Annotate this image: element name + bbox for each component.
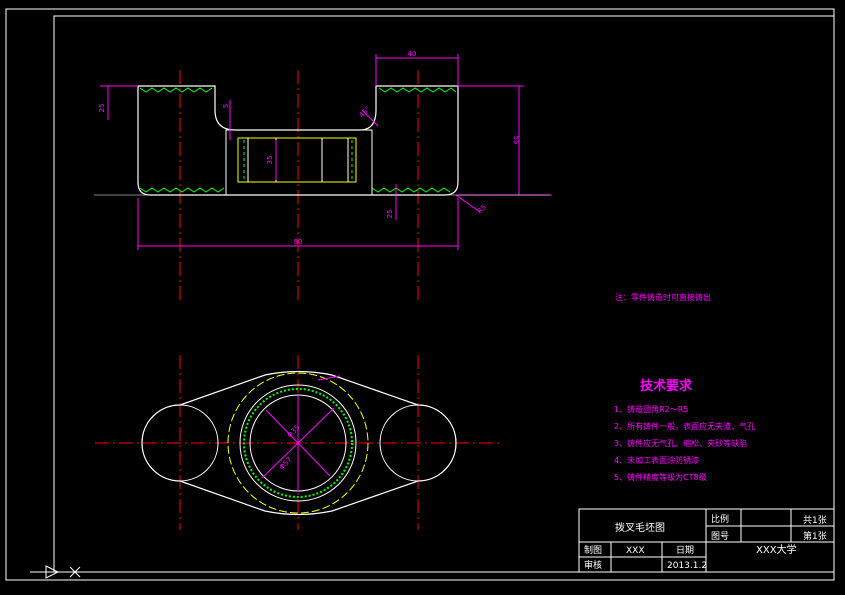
- dim-slope-angle: 45°: [358, 105, 372, 119]
- drawer-name: XXX: [626, 546, 645, 556]
- dim-dia-2: Φ57: [278, 456, 294, 472]
- cad-drawing-canvas[interactable]: 40 90 55 25 5 35 25 45° R5 Φ35 Φ57 注：零件铸…: [0, 0, 845, 595]
- school-name: XXX大学: [756, 543, 797, 556]
- dim-left-thickness: 25: [98, 104, 106, 113]
- dim-bottom-thickness: 25: [386, 210, 394, 219]
- casting-note: 注：零件铸造时可直接铸出: [615, 292, 711, 302]
- tech-req-item: 2、所有铸件一般，表面应无夹渣、气孔: [614, 421, 755, 431]
- reviewer-label: 审核: [584, 559, 602, 571]
- dim-height: 55: [512, 136, 520, 145]
- front-view: 40 90 55 25 5 35 25 45° R5: [94, 50, 552, 300]
- drawing-name: 拨叉毛坯图: [615, 521, 665, 534]
- dim-corner-radius: R5: [476, 203, 488, 215]
- dim-step: 5: [222, 104, 230, 108]
- date-label: 日期: [676, 545, 694, 556]
- sheet-label: 第1张: [803, 530, 827, 542]
- tech-req-item: 5、铸件精度等级为CT8级: [614, 472, 707, 482]
- dim-dia-1: Φ35: [286, 424, 302, 440]
- drawing-no-label: 图号: [711, 531, 729, 542]
- tech-req-item: 3、铸件应无气孔、缩松、夹砂等缺陷: [614, 438, 747, 448]
- date-value: 2013.1.2: [667, 561, 707, 571]
- tech-req-title: 技术要求: [640, 378, 693, 394]
- scale-label: 比例: [711, 513, 729, 525]
- count-label: 共1张: [803, 515, 827, 526]
- inner-frame: [53, 15, 835, 573]
- dim-top-width: 40: [408, 50, 417, 58]
- top-view: Φ35 Φ57: [95, 355, 500, 530]
- drawer-label: 制图: [584, 544, 602, 556]
- technical-requirements: 技术要求 1、铸造圆角R2～R5 2、所有铸件一般，表面应无夹渣、气孔 3、铸件…: [614, 378, 755, 482]
- dim-bore: 35: [266, 156, 274, 165]
- tech-req-item: 1、铸造圆角R2～R5: [614, 404, 688, 414]
- dim-overall-width: 90: [294, 238, 303, 246]
- tech-req-item: 4、未加工表面涂防锈漆: [614, 455, 699, 465]
